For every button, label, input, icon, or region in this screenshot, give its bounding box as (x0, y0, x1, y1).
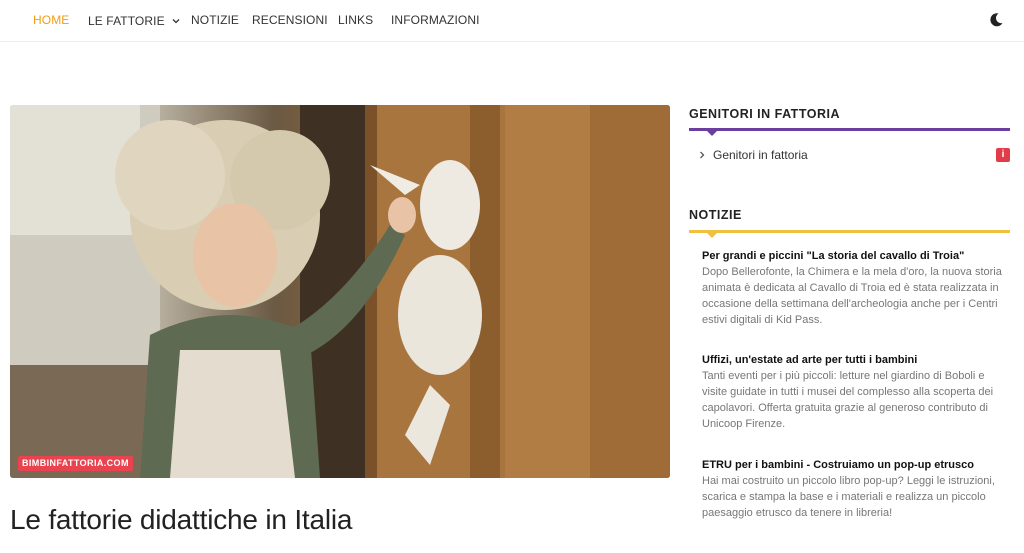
widget-rule-notizie (689, 230, 1010, 233)
news-item-title[interactable]: Per grandi e piccini "La storia del cava… (702, 248, 1002, 264)
widget-notch-genitori (707, 131, 717, 136)
moon-icon[interactable] (987, 11, 1005, 29)
hero-source-tag[interactable]: BIMBINFATTORIA.COM (18, 456, 133, 471)
news-item-title[interactable]: ETRU per i bambini - Costruiamo un pop-u… (702, 457, 1002, 473)
news-item: ETRU per i bambini - Costruiamo un pop-u… (702, 457, 1002, 521)
genitori-link-label: Genitori in fattoria (713, 148, 808, 162)
nav-le-fattorie-label: LE FATTORIE (88, 14, 165, 28)
info-icon[interactable]: i (996, 148, 1010, 162)
news-item-title[interactable]: Uffizi, un'estate ad arte per tutti i ba… (702, 352, 1002, 368)
news-item: Per grandi e piccini "La storia del cava… (702, 248, 1002, 328)
nav-informazioni-link[interactable]: INFORMAZIONI (391, 13, 480, 27)
nav-home-link[interactable]: HOME (33, 13, 69, 27)
news-item: Uffizi, un'estate ad arte per tutti i ba… (702, 352, 1002, 432)
chevron-right-icon (699, 148, 713, 162)
chevron-down-icon (172, 13, 180, 27)
nav-links-link[interactable]: LINKS (338, 13, 373, 27)
widget-rule-genitori (689, 128, 1010, 131)
nav-notizie-link[interactable]: NOTIZIE (191, 13, 239, 27)
post-title[interactable]: Le fattorie didattiche in Italia (10, 504, 352, 536)
hero-illustration (10, 105, 670, 478)
news-item-excerpt: Tanti eventi per i più piccoli: letture … (702, 370, 994, 430)
genitori-in-fattoria-link[interactable]: Genitori in fattoria (699, 148, 1010, 164)
top-navigation: HOME LE FATTORIE NOTIZIE RECENSIONI LINK… (0, 0, 1024, 42)
widget-title-notizie: NOTIZIE (689, 208, 742, 222)
widget-title-genitori: GENITORI IN FATTORIA (689, 107, 840, 121)
news-item-excerpt: Hai mai costruito un piccolo libro pop-u… (702, 475, 995, 519)
hero-image[interactable] (10, 105, 670, 478)
widget-notch-notizie (707, 233, 717, 238)
news-item-excerpt: Dopo Bellerofonte, la Chimera e la mela … (702, 266, 1002, 326)
nav-le-fattorie-link[interactable]: LE FATTORIE (88, 13, 180, 28)
nav-recensioni-link[interactable]: RECENSIONI (252, 13, 328, 27)
